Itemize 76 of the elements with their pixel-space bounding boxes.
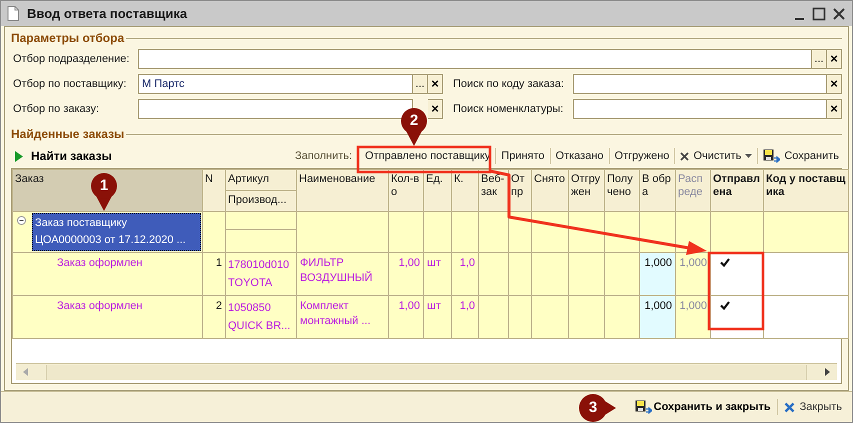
- table-cell-text: TOYOTA: [228, 276, 274, 291]
- column-header[interactable]: Отпр: [508, 170, 532, 212]
- table-cell: 1: [202, 252, 226, 296]
- group-title[interactable]: Заказ поставщику ЦОА0000003 от 17.12.2020 ...: [32, 213, 201, 251]
- collapse-icon[interactable]: [17, 216, 26, 225]
- table-cell: ФИЛЬТР ВОЗДУШНЫЙ: [296, 252, 388, 296]
- toolbar-button[interactable]: Отказано: [552, 146, 607, 166]
- column-header[interactable]: К.: [452, 170, 478, 212]
- find-orders-button[interactable]: Найти заказы: [11, 149, 116, 163]
- column-header[interactable]: Получено: [604, 170, 640, 212]
- select-button[interactable]: ...: [812, 49, 827, 69]
- table-cell: 1,00: [388, 296, 424, 338]
- play-icon: [15, 150, 23, 162]
- table-cell: 1,000: [640, 252, 676, 296]
- table-cell: 1,0: [452, 296, 478, 338]
- table-cell-text: 178010d010: [228, 258, 290, 273]
- column-header[interactable]: Наименование: [296, 170, 388, 212]
- table-cell: шт: [424, 296, 452, 338]
- select-button[interactable]: ...: [413, 74, 428, 94]
- table-cell: Заказ оформлен: [12, 296, 202, 338]
- column-header[interactable]: Снято: [532, 170, 568, 212]
- close-icon: [784, 402, 795, 412]
- table-cell-text: 1050850: [228, 301, 272, 316]
- horizontal-scrollbar[interactable]: [16, 363, 837, 380]
- scroll-right-icon: [823, 367, 831, 377]
- table-cell: 1,00: [388, 252, 424, 296]
- table-cell-text: QUICK BR...: [228, 319, 292, 334]
- field-label: Отбор подразделение:: [12, 53, 130, 65]
- table-cell: шт: [424, 252, 452, 296]
- table-cell: 1,000: [676, 296, 710, 338]
- scroll-left-icon: [22, 367, 30, 377]
- column-header[interactable]: Ед.: [424, 170, 452, 212]
- column-header[interactable]: Производ...: [226, 190, 296, 212]
- clear-icon: [680, 152, 690, 160]
- toolbar-button[interactable]: Очистить: [677, 146, 756, 166]
- floppy-icon: [634, 400, 652, 414]
- input-field[interactable]: [573, 74, 827, 94]
- caret-icon: [745, 154, 752, 158]
- column-header[interactable]: Кол-во: [388, 170, 424, 212]
- clear-button[interactable]: ×: [827, 99, 842, 119]
- column-header[interactable]: Артикул: [226, 170, 296, 190]
- clear-button[interactable]: ×: [428, 99, 443, 119]
- table-cell: 1,000: [640, 296, 676, 338]
- table-cell: 2: [202, 296, 226, 338]
- field-label: Отбор по поставщику:: [12, 78, 128, 90]
- table-cell: 1,0: [452, 252, 478, 296]
- floppy-icon: [763, 149, 780, 163]
- field-label: Отбор по заказу:: [12, 103, 100, 115]
- toolbar-button[interactable]: Отправлено поставщику: [362, 146, 494, 166]
- window-title: Ввод ответа поставщика: [27, 6, 188, 21]
- input-field[interactable]: [573, 99, 827, 119]
- column-header[interactable]: Отправлена: [710, 170, 764, 212]
- column-header[interactable]: Отгружен: [568, 170, 604, 212]
- clear-button[interactable]: ×: [827, 74, 842, 94]
- toolbar-button[interactable]: Отгружено: [612, 146, 672, 166]
- input-field[interactable]: М Партс: [138, 74, 413, 94]
- table-cell: Комплект монтажный ...: [296, 296, 388, 338]
- close-icon[interactable]: [832, 6, 846, 20]
- maximize-icon[interactable]: [812, 6, 826, 20]
- clear-button[interactable]: ×: [827, 49, 842, 69]
- column-header[interactable]: Код у поставщика: [764, 170, 848, 212]
- section-title: Найденные заказы: [11, 127, 124, 141]
- toolbar-button[interactable]: Принято: [498, 146, 548, 166]
- footer-button[interactable]: Сохранить и закрыть: [630, 396, 775, 418]
- column-header[interactable]: N: [202, 170, 226, 212]
- field-label: Поиск номенклатуры:: [452, 103, 564, 115]
- toolbar-button[interactable]: Сохранить: [760, 146, 842, 166]
- footer-button[interactable]: Закрыть: [780, 396, 846, 418]
- section-title: Параметры отбора: [11, 31, 124, 45]
- field-label: Поиск по коду заказа:: [452, 78, 565, 90]
- document-icon: [7, 6, 19, 21]
- table-cell: Заказ оформлен: [12, 252, 202, 296]
- fill-label: Заполнить:: [294, 150, 352, 162]
- column-header[interactable]: В обра: [640, 170, 676, 212]
- clear-button[interactable]: ×: [428, 74, 443, 94]
- input-field[interactable]: [138, 49, 812, 69]
